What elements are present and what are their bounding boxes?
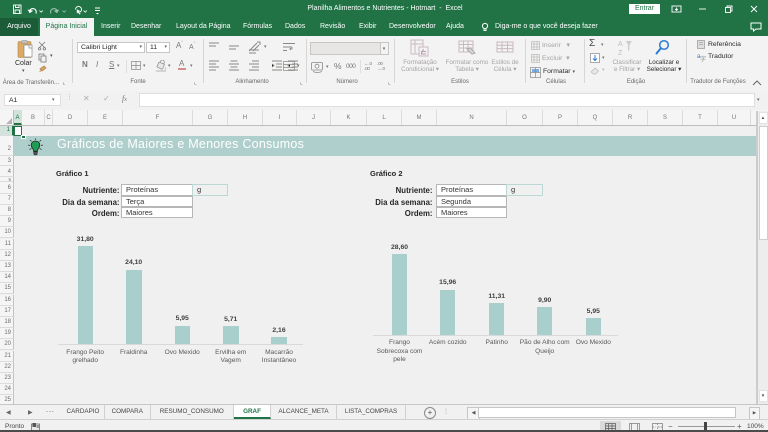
- svg-text:A: A: [618, 41, 623, 48]
- svg-text:字: 字: [700, 55, 706, 62]
- svg-text:Z: Z: [618, 50, 623, 57]
